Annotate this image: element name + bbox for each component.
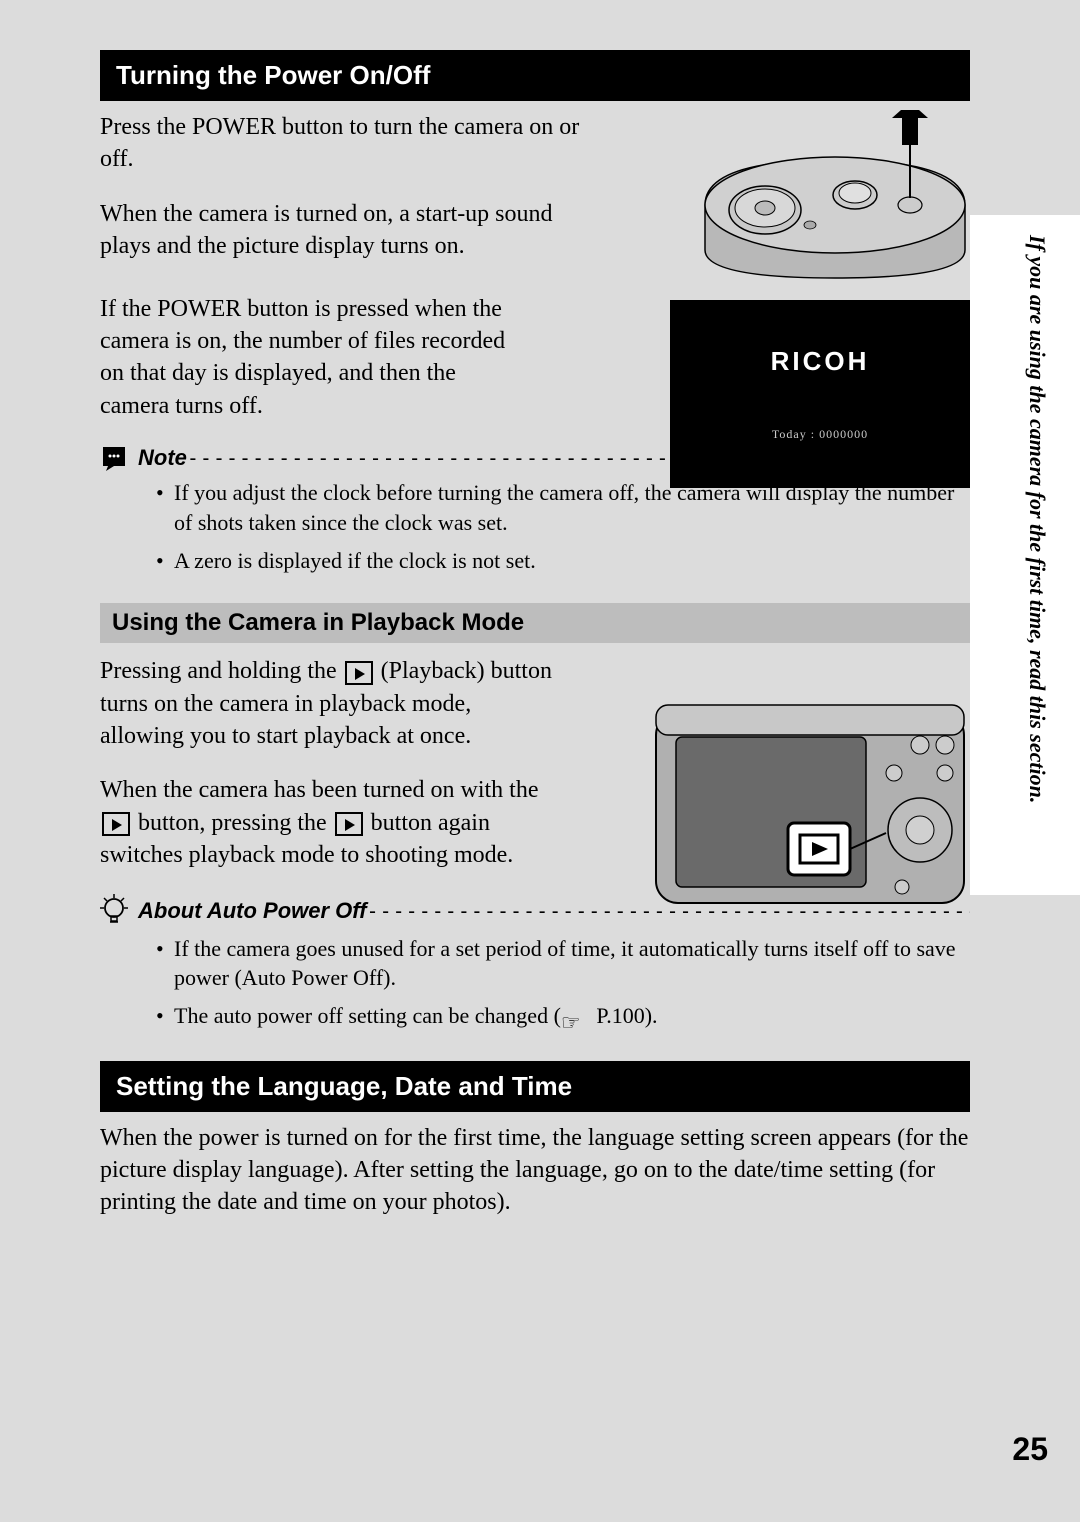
camera-top-illustration — [700, 110, 970, 280]
section-subheader-playback: Using the Camera in Playback Mode — [100, 603, 970, 643]
note-dashes: ----------------------------------------… — [187, 446, 970, 470]
about-item: If the camera goes unused for a set peri… — [156, 934, 970, 993]
note-item: A zero is displayed if the clock is not … — [156, 546, 970, 576]
lcd-brand-text: RICOH — [771, 346, 870, 377]
about-label: About Auto Power Off — [138, 898, 367, 924]
section-header-language: Setting the Language, Date and Time — [100, 1061, 970, 1112]
page-number: 25 — [1012, 1431, 1048, 1468]
playback-icon — [335, 812, 363, 836]
manual-page: Turning the Power On/Off Press the POWER… — [0, 0, 1080, 1522]
lcd-today-text: Today : 0000000 — [772, 427, 868, 442]
section-header-power: Turning the Power On/Off — [100, 50, 970, 101]
note-item: If you adjust the clock before turning t… — [156, 478, 970, 537]
paragraph: When the power is turned on for the firs… — [100, 1122, 970, 1219]
note-section: Note -----------------------------------… — [100, 444, 970, 575]
paragraph: When the camera is turned on, a start-up… — [100, 198, 580, 263]
paragraph: Pressing and holding the (Playback) butt… — [100, 655, 560, 752]
about-item: The auto power off setting can be change… — [156, 1001, 970, 1031]
note-icon — [100, 444, 128, 472]
paragraph: Press the POWER button to turn the camer… — [100, 111, 580, 176]
camera-back-illustration — [650, 695, 970, 915]
paragraph: If the POWER button is pressed when the … — [100, 293, 530, 423]
paragraph: When the camera has been turned on with … — [100, 774, 560, 871]
playback-icon — [102, 812, 130, 836]
lightbulb-icon — [100, 894, 128, 928]
playback-icon — [345, 661, 373, 685]
reference-icon — [561, 1008, 591, 1028]
note-label: Note — [138, 445, 187, 471]
